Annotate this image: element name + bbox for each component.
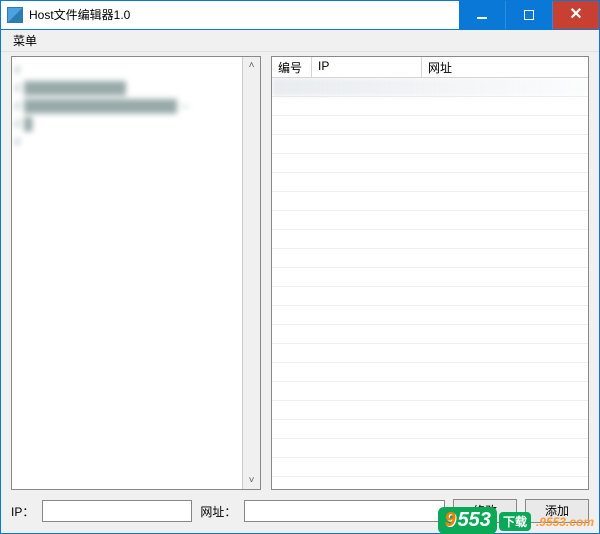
hosts-blurred-text: # # ████████████ # ██████████████████ ─ …	[14, 61, 258, 151]
maximize-icon	[524, 10, 534, 20]
maximize-button[interactable]	[506, 1, 553, 29]
table-row[interactable]	[272, 135, 588, 154]
table-row[interactable]	[272, 477, 588, 489]
minimize-button[interactable]	[459, 1, 506, 29]
table-row[interactable]	[272, 344, 588, 363]
table-row[interactable]	[272, 116, 588, 135]
hosts-text-content: # # ████████████ # ██████████████████ ─ …	[12, 57, 260, 489]
add-button[interactable]: 添加	[525, 499, 589, 523]
table-row[interactable]	[272, 97, 588, 116]
app-icon	[7, 7, 23, 23]
hosts-text-list[interactable]: # # ████████████ # ██████████████████ ─ …	[11, 56, 261, 490]
entries-table: 编号 IP 网址	[271, 56, 589, 490]
vertical-scrollbar[interactable]: ˄ ˅	[242, 57, 260, 489]
table-row[interactable]	[272, 458, 588, 477]
table-row[interactable]	[272, 287, 588, 306]
minimize-icon	[477, 17, 487, 19]
table-row[interactable]	[272, 420, 588, 439]
column-header-url[interactable]: 网址	[422, 57, 588, 77]
table-row[interactable]	[272, 230, 588, 249]
column-header-no[interactable]: 编号	[272, 57, 312, 77]
close-button[interactable]: ✕	[553, 1, 599, 29]
table-row[interactable]	[272, 268, 588, 287]
table-header: 编号 IP 网址	[272, 57, 588, 78]
url-label: 网址：	[200, 503, 236, 520]
main-area: # # ████████████ # ██████████████████ ─ …	[1, 52, 599, 490]
close-icon: ✕	[569, 7, 582, 23]
window-title: Host文件编辑器1.0	[29, 6, 130, 23]
table-row[interactable]	[272, 154, 588, 173]
table-row[interactable]	[272, 401, 588, 420]
scroll-up-button[interactable]: ˄	[243, 57, 260, 74]
table-body[interactable]	[272, 78, 588, 489]
table-row[interactable]	[272, 192, 588, 211]
table-row[interactable]	[272, 211, 588, 230]
ip-label: IP：	[11, 503, 34, 520]
table-row[interactable]	[272, 78, 588, 97]
menu-bar: 菜单	[1, 30, 599, 53]
window-controls: ✕	[459, 1, 599, 29]
modify-button[interactable]: 修改	[453, 499, 517, 523]
ip-input[interactable]	[42, 500, 192, 522]
app-window: Host文件编辑器1.0 ✕ 菜单 # # ████████████ # ███…	[0, 0, 600, 534]
scroll-down-button[interactable]: ˅	[243, 472, 260, 489]
menu-item-main[interactable]: 菜单	[7, 30, 43, 51]
bottom-form: IP： 网址： 修改 添加	[1, 490, 599, 533]
url-input[interactable]	[244, 500, 445, 522]
table-row[interactable]	[272, 439, 588, 458]
title-bar: Host文件编辑器1.0 ✕	[1, 1, 599, 30]
table-row[interactable]	[272, 382, 588, 401]
table-row[interactable]	[272, 306, 588, 325]
table-row[interactable]	[272, 173, 588, 192]
column-header-ip[interactable]: IP	[312, 57, 422, 77]
table-row[interactable]	[272, 363, 588, 382]
table-row[interactable]	[272, 249, 588, 268]
table-row[interactable]	[272, 325, 588, 344]
